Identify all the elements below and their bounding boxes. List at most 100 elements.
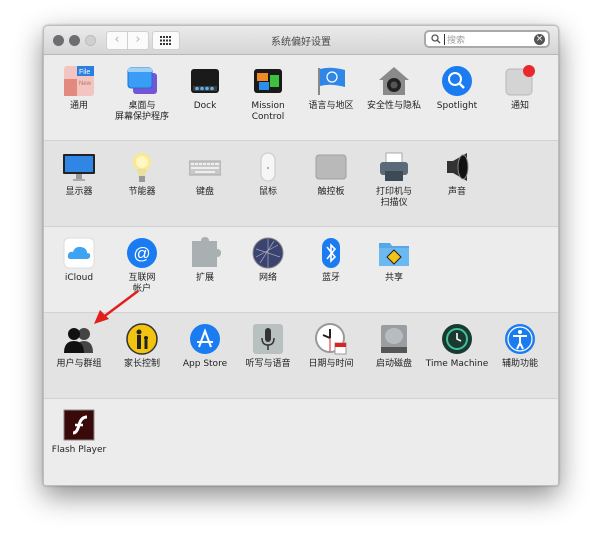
flash-player-icon: [63, 409, 95, 441]
pref-pane-trackpad[interactable]: 触控板: [299, 151, 363, 198]
pref-pane-security[interactable]: 安全性与隐私: [362, 65, 426, 112]
mouse-icon: [252, 151, 284, 183]
bluetooth-icon: [315, 237, 347, 269]
pref-pane-label: 扩展: [195, 273, 214, 283]
pref-pane-mission[interactable]: Mission Control: [236, 65, 300, 123]
pref-pane-label: 键盘: [195, 187, 214, 197]
mission-control-icon: [252, 65, 284, 97]
section-personal: File New 通用 桌面与 屏幕保护程序 Dock Mission Control 语言…: [44, 55, 558, 141]
network-icon: [252, 237, 284, 269]
pref-pane-internet[interactable]: @ 互联网 帐户: [110, 237, 174, 295]
svg-text:File: File: [79, 69, 90, 76]
notifications-icon: [504, 65, 536, 97]
internet-accounts-icon: @: [126, 237, 158, 269]
pref-pane-accessibility[interactable]: 辅助功能: [488, 323, 552, 370]
svg-text:New: New: [79, 81, 92, 87]
section-other: Flash Player: [44, 399, 558, 485]
pref-pane-dock[interactable]: Dock: [173, 65, 237, 112]
pref-pane-label: 鼠标: [258, 187, 277, 197]
titlebar: ‹ › 系统偏好设置 搜索 ×: [44, 26, 558, 55]
pref-pane-network[interactable]: 网络: [236, 237, 300, 284]
pref-pane-label: 辅助功能: [501, 359, 538, 369]
printers-scanners-icon: [378, 151, 410, 183]
pref-pane-label: 语言与地区: [308, 101, 354, 111]
energy-saver-icon: [126, 151, 158, 183]
security-privacy-icon: [378, 65, 410, 97]
annotation-arrow: [94, 290, 139, 324]
keyboard-icon: [188, 151, 222, 183]
pref-pane-label: Mission Control: [251, 101, 285, 122]
pref-pane-label: 蓝牙: [321, 273, 340, 283]
pref-pane-bluetooth[interactable]: 蓝牙: [299, 237, 363, 284]
text-caret: [444, 34, 445, 45]
pref-pane-label: 通用: [69, 101, 88, 111]
pref-pane-label: 触控板: [317, 187, 345, 197]
extensions-icon: [189, 237, 221, 269]
pref-pane-label: 共享: [384, 273, 403, 283]
pref-pane-language[interactable]: 语言与地区: [299, 65, 363, 112]
pref-pane-appstore[interactable]: App Store: [173, 323, 237, 370]
pref-pane-label: 显示器: [65, 187, 93, 197]
svg-text:@: @: [133, 244, 150, 263]
pref-pane-label: Time Machine: [425, 359, 489, 369]
section-hardware: 显示器 节能器 键盘 鼠标 触控板 打印机与 扫描仪 声音: [44, 141, 558, 227]
pref-pane-label: Flash Player: [51, 445, 107, 455]
clear-search-icon[interactable]: ×: [534, 34, 545, 45]
dictation-speech-icon: [252, 323, 284, 355]
pref-pane-displays[interactable]: 显示器: [47, 151, 111, 198]
displays-icon: [63, 151, 95, 183]
pref-pane-notifications[interactable]: 通知: [488, 65, 552, 112]
pref-pane-label: 用户与群组: [56, 359, 102, 369]
pref-pane-label: 打印机与 扫描仪: [375, 187, 412, 208]
pref-pane-desktop[interactable]: 桌面与 屏幕保护程序: [110, 65, 174, 123]
pref-pane-parental[interactable]: 家长控制: [110, 323, 174, 370]
pref-pane-sound[interactable]: 声音: [425, 151, 489, 198]
time-machine-icon: [441, 323, 473, 355]
pref-pane-energy[interactable]: 节能器: [110, 151, 174, 198]
pref-pane-printers[interactable]: 打印机与 扫描仪: [362, 151, 426, 209]
pref-pane-label: App Store: [182, 359, 228, 369]
pref-pane-flash[interactable]: Flash Player: [47, 409, 111, 456]
pref-pane-label: 通知: [510, 101, 529, 111]
pref-pane-datetime[interactable]: 日期与时间: [299, 323, 363, 370]
pref-pane-label: 桌面与 屏幕保护程序: [114, 101, 169, 122]
language-region-icon: [315, 65, 347, 97]
pref-pane-keyboard[interactable]: 键盘: [173, 151, 237, 198]
pref-pane-label: 家长控制: [123, 359, 160, 369]
pref-pane-icloud[interactable]: iCloud: [47, 237, 111, 284]
pref-pane-dictation[interactable]: 听写与语音: [236, 323, 300, 370]
dock-icon: [189, 65, 221, 97]
pref-pane-spotlight[interactable]: Spotlight: [425, 65, 489, 112]
pref-pane-label: 听写与语音: [245, 359, 291, 369]
search-placeholder: 搜索: [447, 36, 466, 46]
pref-pane-extensions[interactable]: 扩展: [173, 237, 237, 284]
pref-pane-timemachine[interactable]: Time Machine: [425, 323, 489, 370]
general-icon: File New: [63, 65, 95, 97]
pref-pane-label: iCloud: [64, 273, 94, 283]
icloud-icon: [63, 237, 95, 269]
date-time-icon: [315, 323, 347, 355]
sound-icon: [441, 151, 473, 183]
pref-pane-general[interactable]: File New 通用: [47, 65, 111, 112]
pref-pane-label: 启动磁盘: [375, 359, 412, 369]
pref-pane-mouse[interactable]: 鼠标: [236, 151, 300, 198]
pref-pane-label: 日期与时间: [308, 359, 354, 369]
pref-pane-label: 节能器: [128, 187, 156, 197]
accessibility-icon: [504, 323, 536, 355]
pref-pane-users[interactable]: 用户与群组: [47, 323, 111, 370]
startup-disk-icon: [378, 323, 410, 355]
sharing-icon: [378, 237, 410, 269]
spotlight-icon: [441, 65, 473, 97]
pref-pane-startup[interactable]: 启动磁盘: [362, 323, 426, 370]
app-store-icon: [189, 323, 221, 355]
pref-pane-label: 网络: [258, 273, 277, 283]
pref-pane-label: 声音: [447, 187, 466, 197]
pref-pane-label: 安全性与隐私: [366, 101, 421, 111]
system-preferences-window: ‹ › 系统偏好设置 搜索 × File New 通用 桌面与 屏幕保护程序 Dock M…: [43, 25, 559, 486]
pref-pane-label: Dock: [193, 101, 217, 111]
search-input[interactable]: 搜索 ×: [424, 30, 550, 48]
trackpad-icon: [315, 151, 347, 183]
search-icon: [431, 34, 441, 44]
pref-pane-label: Spotlight: [436, 101, 478, 111]
pref-pane-sharing[interactable]: 共享: [362, 237, 426, 284]
